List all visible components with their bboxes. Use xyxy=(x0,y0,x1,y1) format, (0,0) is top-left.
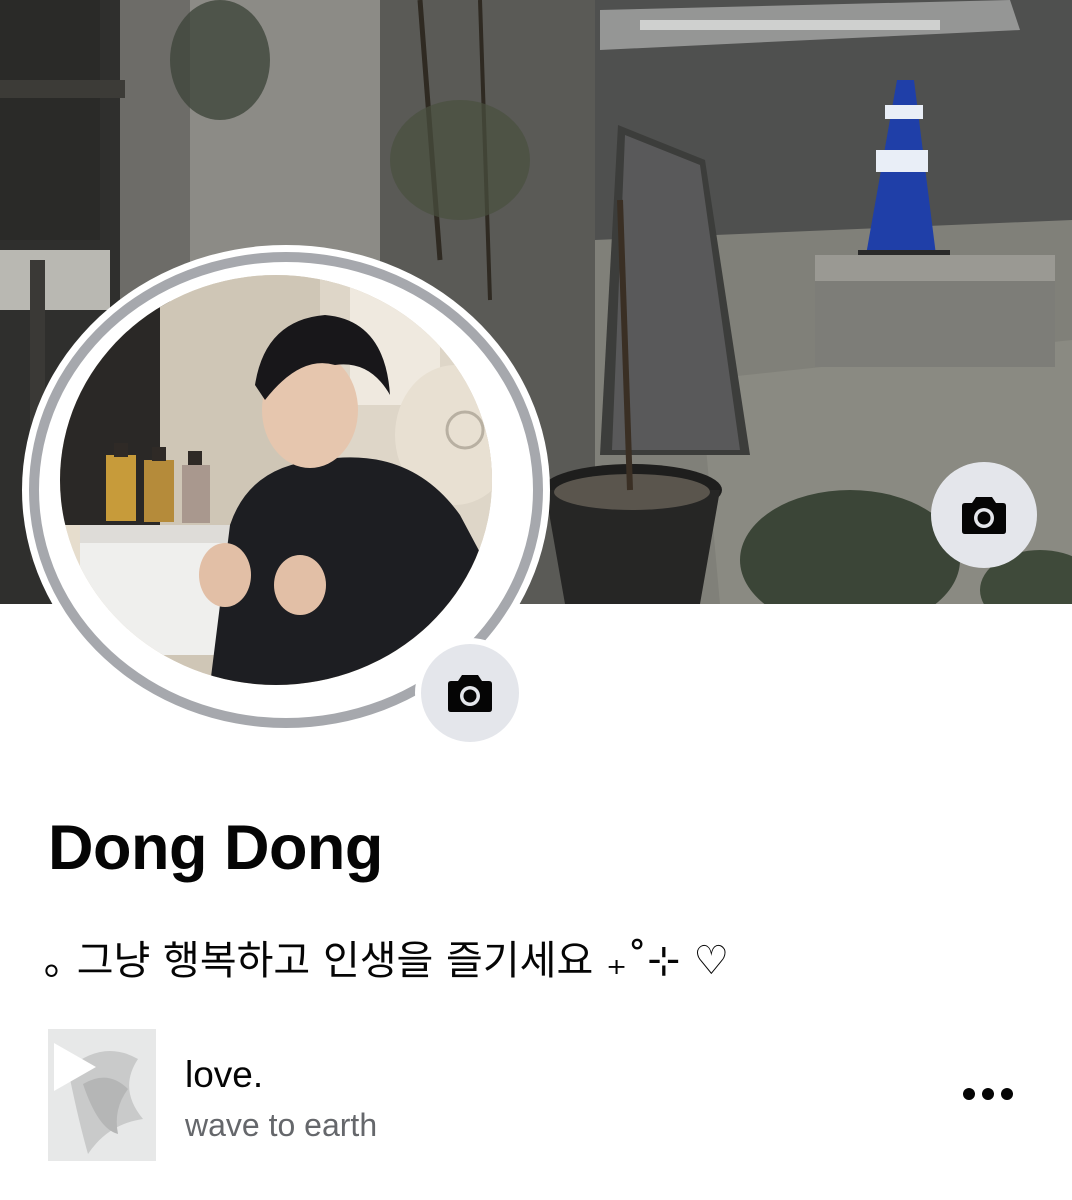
camera-icon xyxy=(962,497,1006,534)
song-artist[interactable]: wave to earth xyxy=(185,1107,377,1144)
more-horizontal-icon xyxy=(963,1088,1013,1100)
profile-photo[interactable] xyxy=(60,275,492,685)
profile-camera-button[interactable] xyxy=(415,638,525,748)
album-art[interactable] xyxy=(48,1029,156,1161)
more-options-button[interactable] xyxy=(955,1074,1021,1114)
profile-music[interactable]: love. wave to earth xyxy=(0,1020,1072,1170)
profile-bio: ｡ 그냥 행복하고 인생을 즐기세요 ₊˚⊹ ♡ xyxy=(44,938,730,984)
song-title[interactable]: love. xyxy=(185,1054,263,1096)
profile-name: Dong Dong xyxy=(48,813,383,883)
cover-camera-button[interactable] xyxy=(931,462,1037,568)
camera-icon xyxy=(448,675,492,712)
